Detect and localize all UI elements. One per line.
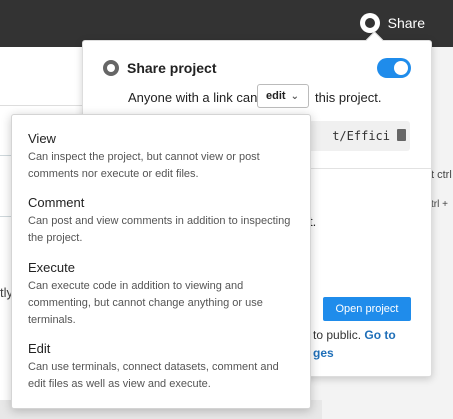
- option-title: Execute: [28, 260, 75, 275]
- option-title: Edit: [28, 341, 51, 356]
- permission-option-view[interactable]: View Can inspect the project, but cannot…: [28, 131, 294, 183]
- share-toggle[interactable]: [377, 58, 411, 78]
- globe-icon: [103, 60, 119, 76]
- divider: [0, 105, 82, 106]
- option-title: View: [28, 131, 56, 146]
- option-description: Can use terminals, connect datasets, com…: [28, 361, 279, 390]
- background-right-text-2: trl +: [431, 199, 448, 210]
- share-button[interactable]: Share: [359, 12, 425, 34]
- chevron-down-icon: ⌄: [290, 90, 299, 102]
- go-to-link[interactable]: Go to: [364, 328, 395, 342]
- share-label: Share: [387, 15, 425, 31]
- permission-select[interactable]: edit ⌄: [257, 84, 309, 108]
- share-panel-title: Share project: [127, 60, 217, 76]
- link-permission-suffix: this project.: [315, 90, 382, 105]
- option-description: Can inspect the project, but cannot view…: [28, 151, 260, 180]
- option-description: Can execute code in addition to viewing …: [28, 280, 263, 326]
- public-text-label: to public.: [313, 328, 362, 342]
- permission-option-edit[interactable]: Edit Can use terminals, connect datasets…: [28, 341, 294, 393]
- public-text: to public. Go to: [313, 328, 396, 342]
- open-project-button[interactable]: Open project: [323, 297, 411, 321]
- link-permission-prefix: Anyone with a link can: [128, 90, 258, 105]
- option-title: Comment: [28, 195, 85, 210]
- settings-link-fragment[interactable]: ges: [313, 346, 334, 360]
- share-url: t/Effici: [332, 129, 390, 143]
- globe-icon: [359, 13, 380, 33]
- permission-dropdown: View Can inspect the project, but cannot…: [11, 114, 311, 409]
- copy-icon[interactable]: [397, 129, 406, 141]
- permission-option-execute[interactable]: Execute Can execute code in addition to …: [28, 260, 294, 329]
- permission-option-comment[interactable]: Comment Can post and view comments in ad…: [28, 195, 294, 247]
- permission-value: edit: [266, 90, 286, 102]
- option-description: Can post and view comments in addition t…: [28, 215, 291, 244]
- background-right-text: t ctrl: [431, 169, 452, 181]
